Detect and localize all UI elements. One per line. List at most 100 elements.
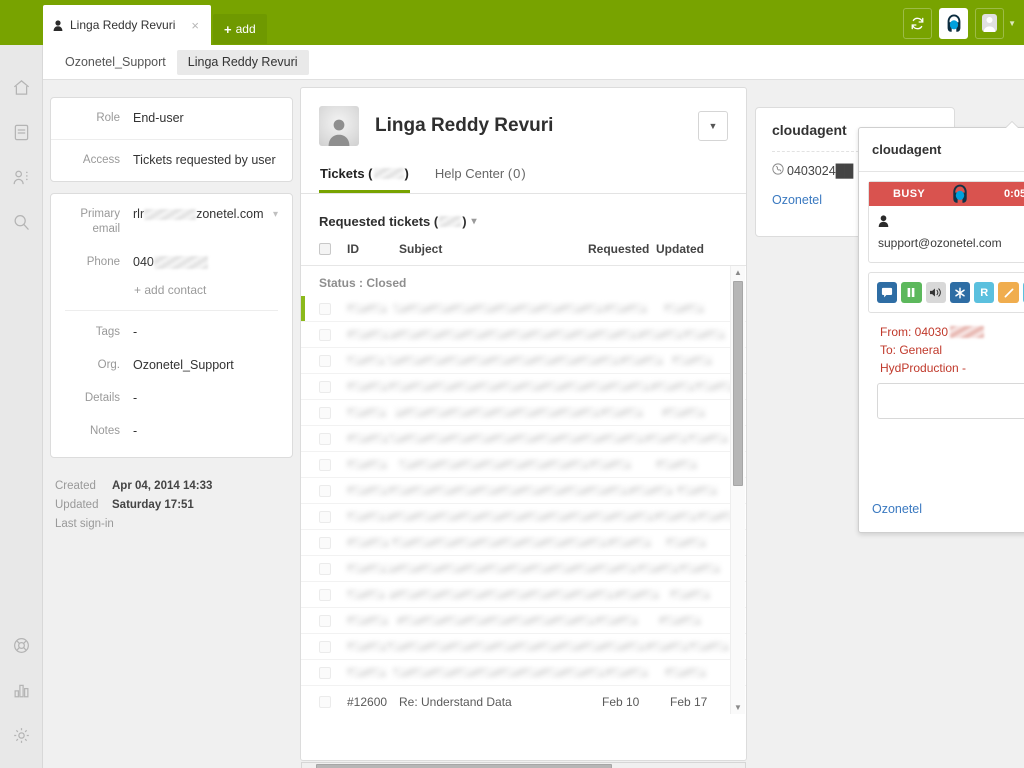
row-checkbox[interactable]	[319, 588, 331, 601]
table-row[interactable]	[301, 530, 746, 556]
record-button[interactable]: R	[974, 282, 995, 303]
open-tab-label: Linga Reddy Revuri	[70, 18, 176, 32]
column-header-subject[interactable]: Subject	[399, 242, 588, 256]
avatar	[319, 106, 359, 146]
refresh-icon[interactable]	[903, 7, 933, 39]
row-subject	[391, 538, 607, 547]
row-checkbox[interactable]	[319, 458, 331, 471]
close-icon[interactable]: ×	[187, 19, 203, 32]
row-checkbox[interactable]	[319, 302, 331, 315]
table-row[interactable]	[301, 400, 746, 426]
subtab-ozonetel-support[interactable]: Ozonetel_Support	[54, 50, 177, 75]
help-icon[interactable]	[0, 623, 43, 668]
panel-tabs: Tickets () Help Center (0)	[301, 160, 746, 194]
table-row[interactable]	[301, 504, 746, 530]
ozonetel-link[interactable]: Ozonetel	[872, 502, 922, 516]
caller-info: support@ozonetel.com	[869, 206, 1024, 262]
column-header-updated[interactable]: Updated	[656, 242, 714, 256]
horizontal-scrollbar-thumb[interactable]	[316, 764, 612, 768]
tab-help-center-suffix: )	[521, 166, 526, 181]
views-icon[interactable]	[0, 110, 43, 155]
column-header-overflow	[714, 242, 728, 256]
row-checkbox[interactable]	[319, 432, 331, 445]
row-requested	[599, 408, 662, 417]
hold-button[interactable]	[901, 282, 922, 303]
cloudagent-icon[interactable]	[939, 7, 969, 39]
transfer-button[interactable]	[949, 282, 971, 303]
vertical-scrollbar-thumb[interactable]	[733, 281, 743, 486]
scroll-down-icon[interactable]: ▼	[731, 701, 745, 714]
row-checkbox[interactable]	[319, 640, 331, 653]
panel-menu-button[interactable]: ▼	[698, 111, 728, 141]
row-checkbox[interactable]	[319, 484, 331, 497]
home-icon[interactable]	[0, 65, 43, 110]
table-row[interactable]	[301, 296, 746, 322]
call-notes-input[interactable]	[877, 383, 1024, 419]
row-checkbox[interactable]	[319, 510, 331, 523]
row-subject	[389, 330, 637, 339]
row-checkbox[interactable]	[319, 406, 331, 419]
customers-icon[interactable]	[0, 155, 43, 200]
table-row[interactable]	[301, 348, 746, 374]
table-row[interactable]	[301, 582, 746, 608]
table-row[interactable]	[301, 634, 746, 660]
tab-tickets-suffix: )	[404, 166, 409, 181]
row-subject	[386, 512, 654, 521]
user-contact-card: Primary email rlr zonetel.com ▾ Phone 040 …	[50, 193, 293, 458]
chat-button[interactable]	[877, 282, 898, 303]
row-updated	[662, 408, 715, 417]
add-tab-button[interactable]: + add	[213, 14, 267, 44]
chevron-down-icon[interactable]: ▼	[1008, 19, 1016, 28]
column-header-requested[interactable]: Requested	[588, 242, 656, 256]
row-checkbox[interactable]	[319, 328, 331, 341]
mute-button[interactable]	[925, 282, 946, 303]
table-row[interactable]	[301, 608, 746, 634]
call-status-bar: BUSY 0:05 ▼	[869, 182, 1024, 206]
field-notes: Notes -	[51, 415, 292, 457]
row-checkbox[interactable]	[319, 614, 331, 627]
field-access: Access Tickets requested by user	[51, 139, 292, 181]
field-tags: Tags -	[51, 311, 292, 349]
table-row[interactable]	[301, 660, 746, 686]
tab-tickets-prefix: Tickets (	[320, 166, 373, 181]
reporting-icon[interactable]	[0, 668, 43, 713]
row-checkbox[interactable]	[319, 562, 331, 575]
row-checkbox[interactable]	[319, 354, 331, 367]
chevron-down-icon[interactable]: ▾	[267, 207, 278, 222]
scroll-up-icon[interactable]: ▲	[731, 266, 745, 279]
row-checkbox[interactable]	[319, 380, 331, 393]
table-row[interactable]	[301, 426, 746, 452]
select-all-checkbox[interactable]	[319, 243, 331, 255]
tab-help-center[interactable]: Help Center (0)	[434, 160, 527, 193]
table-row[interactable]	[301, 374, 746, 400]
row-checkbox[interactable]	[319, 696, 331, 708]
row-checkbox[interactable]	[319, 536, 331, 549]
table-row[interactable]	[301, 556, 746, 582]
tab-help-center-count: 0	[513, 166, 521, 181]
search-icon[interactable]	[0, 200, 43, 245]
subtab-linga-reddy-revuri[interactable]: Linga Reddy Revuri	[176, 49, 309, 75]
vertical-scrollbar[interactable]: ▲ ▼	[730, 266, 745, 714]
row-subject	[387, 564, 637, 573]
column-header-id[interactable]: ID	[347, 242, 399, 256]
tab-tickets[interactable]: Tickets ()	[319, 160, 410, 193]
chevron-down-icon[interactable]: ▾	[472, 216, 477, 227]
row-checkbox[interactable]	[319, 666, 331, 679]
user-avatar-icon[interactable]	[975, 7, 1005, 39]
add-contact-button[interactable]: + add contact	[51, 279, 292, 310]
table-row[interactable]	[301, 452, 746, 478]
edit-button[interactable]	[998, 282, 1019, 303]
user-role-card: Role End-user Access Tickets requested b…	[50, 97, 293, 182]
row-requested	[644, 434, 688, 443]
table-row[interactable]	[301, 478, 746, 504]
row-requested	[628, 486, 677, 495]
cloudagent-popup-header: cloudagent	[859, 128, 1024, 172]
cloudagent-popup: cloudagent BUSY 0:05 support@ozonetel.co…	[858, 121, 1024, 533]
field-phone-label: Phone	[86, 256, 120, 268]
horizontal-scrollbar[interactable]: ◀ ▶	[301, 762, 746, 768]
table-row-last[interactable]: #12600 Re: Understand Data Feb 10 Feb 17	[301, 690, 746, 714]
open-tab-user[interactable]: Linga Reddy Revuri ×	[43, 5, 211, 45]
row-requested	[606, 538, 666, 547]
table-row[interactable]	[301, 322, 746, 348]
settings-icon[interactable]	[0, 713, 43, 758]
